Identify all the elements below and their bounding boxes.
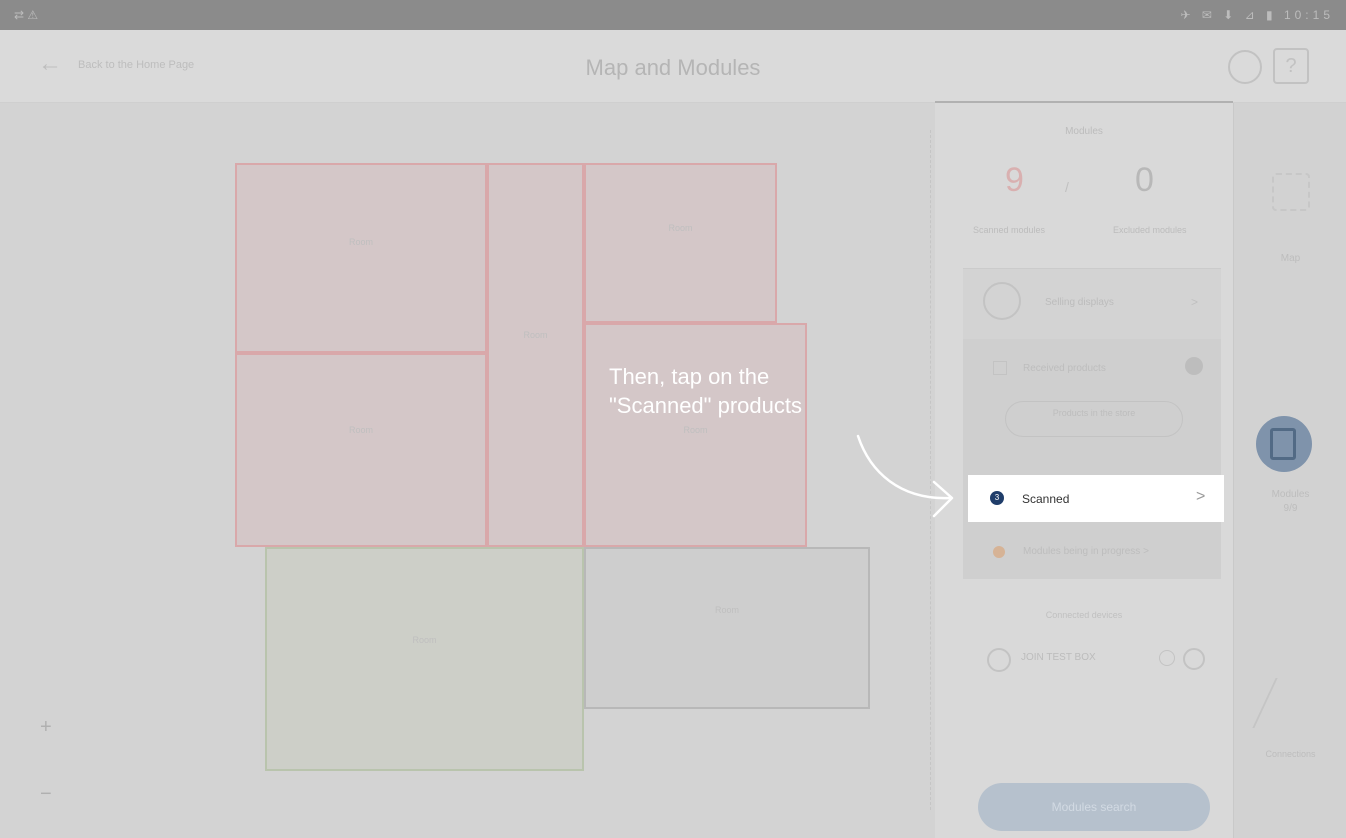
map-room[interactable]: Room: [235, 353, 487, 547]
info-icon[interactable]: [1159, 650, 1175, 666]
status-left-icons: ⇄ ⚠: [14, 8, 39, 22]
excluded-modules-label: Excluded modules: [1113, 225, 1187, 235]
received-badge: [1185, 357, 1203, 375]
map-room[interactable]: Room: [584, 163, 777, 323]
modules-heading: Modules: [1065, 126, 1103, 137]
map-room[interactable]: Room: [584, 547, 870, 709]
status-right-icons: ✈ ✉ ⬇ ⊿ ▮ 10:15: [1180, 8, 1334, 22]
zoom-out-button[interactable]: −: [40, 783, 52, 806]
tutorial-arrow-icon: [856, 434, 954, 518]
device-icon: [987, 648, 1011, 672]
connected-devices-label: Connected devices: [1045, 610, 1123, 620]
room-label: Room: [348, 425, 373, 435]
modules-panel: Modules 9 / 0 Scanned modules Excluded m…: [935, 103, 1233, 838]
chevron-right-icon: >: [1196, 488, 1206, 505]
map-room[interactable]: Room: [235, 163, 487, 353]
scanned-modules-count: 9: [1005, 161, 1024, 199]
room-label: Room: [714, 605, 739, 615]
shelf-icon: [983, 282, 1021, 320]
nav-modules-count: 9/9: [1283, 503, 1298, 514]
status-bar: ⇄ ⚠ ✈ ✉ ⬇ ⊿ ▮ 10:15: [0, 0, 1346, 30]
count-separator: /: [1065, 179, 1069, 195]
page-title: Map and Modules: [585, 55, 761, 80]
received-products-label: Received products: [1023, 363, 1106, 374]
settings-icon[interactable]: [1183, 648, 1205, 670]
tutorial-tip: Then, tap on the "Scanned" products: [609, 362, 802, 420]
nav-modules-label[interactable]: Modules: [1234, 489, 1346, 500]
zoom-in-button[interactable]: +: [40, 716, 52, 739]
selling-displays-details: Received products Products in the store …: [963, 339, 1221, 579]
app-bar: ← Back to the Home Page Map and Modules …: [0, 30, 1346, 103]
scanned-products-row[interactable]: 3 Scanned >: [968, 475, 1224, 522]
help-button[interactable]: ?: [1273, 48, 1309, 84]
chevron-right-icon: >: [1191, 295, 1199, 309]
right-nav: Map Modules 9/9 Connections: [1233, 103, 1346, 838]
modules-in-progress-link[interactable]: Modules being in progress >: [1023, 546, 1149, 557]
nav-connections-label[interactable]: Connections: [1234, 749, 1346, 759]
map-icon[interactable]: [1272, 173, 1310, 211]
products-in-store-button[interactable]: Products in the store: [1005, 401, 1183, 437]
room-label: Room: [683, 425, 708, 435]
checkbox-icon[interactable]: [993, 361, 1007, 375]
tip-line-1: Then, tap on the: [609, 364, 770, 389]
module-shelf-icon: [1270, 428, 1296, 460]
tip-line-2: "Scanned" products: [609, 393, 802, 418]
search-icon[interactable]: [1228, 50, 1262, 84]
room-label: Room: [348, 237, 373, 247]
store-map[interactable]: Room Room Room Room Room Room Room + −: [0, 103, 935, 838]
selling-displays-row[interactable]: Selling displays >: [963, 268, 1221, 339]
nav-map-label[interactable]: Map: [1234, 253, 1346, 264]
device-label: JOIN TEST BOX: [1021, 652, 1096, 663]
modules-icon[interactable]: [1256, 416, 1312, 472]
modules-search-button[interactable]: Modules search: [978, 783, 1210, 831]
map-room[interactable]: Room: [584, 323, 807, 547]
connections-icon[interactable]: [1252, 678, 1322, 728]
selling-displays-label: Selling displays: [1045, 297, 1114, 308]
scanned-modules-label: Scanned modules: [973, 225, 1046, 235]
room-label: Room: [523, 330, 548, 340]
excluded-modules-count: 0: [1135, 161, 1154, 199]
scanned-label: Scanned: [1022, 492, 1070, 506]
map-room[interactable]: Room: [487, 163, 584, 547]
scanned-count-badge: 3: [990, 491, 1004, 505]
room-label: Room: [412, 635, 437, 645]
room-label: Room: [668, 223, 693, 233]
in-progress-dot-icon: [993, 546, 1005, 558]
map-room[interactable]: Room: [265, 547, 584, 771]
